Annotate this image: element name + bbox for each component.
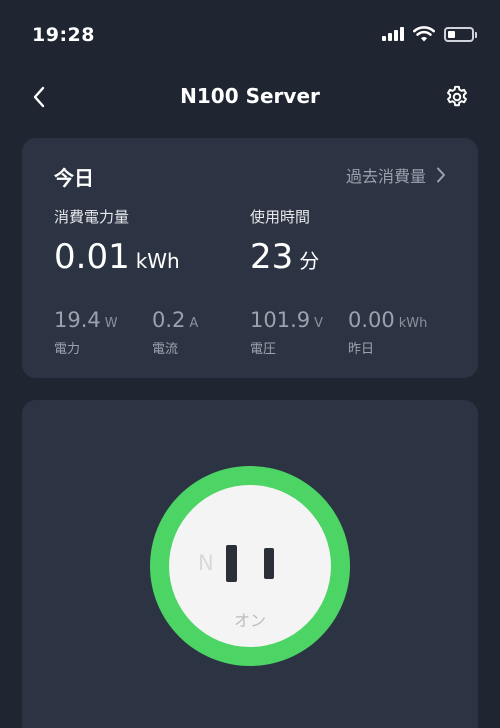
gear-icon (447, 85, 467, 107)
battery-level (448, 30, 455, 38)
settings-button[interactable] (442, 82, 472, 112)
nav-bar: N100 Server (0, 70, 500, 126)
today-title: 今日 (54, 166, 94, 190)
power-toggle-button[interactable]: N オン (150, 466, 350, 666)
outlet-icon: N オン (169, 485, 331, 647)
current-label: 電流 (152, 342, 179, 357)
page-title: N100 Server (180, 84, 320, 108)
yesterday-label: 昨日 (348, 342, 375, 357)
energy-unit: kWh (135, 249, 180, 273)
outlet-letter: N (198, 551, 214, 575)
outlet-slot-left (226, 545, 237, 582)
current-unit: A (189, 316, 199, 331)
yesterday-unit: kWh (398, 316, 428, 331)
outlet-slot-right (264, 548, 274, 579)
wifi-icon (413, 26, 435, 42)
usage-time-label: 使用時間 (250, 208, 311, 226)
battery-icon (444, 26, 477, 42)
yesterday-stat: 0.00 kWh 昨日 (348, 308, 427, 357)
chevron-right-icon (437, 167, 445, 183)
switch-state-label: オン (233, 611, 266, 630)
screen: 19:28 N100 Server 今日 過去消費量 消費電力量 0.01 kW… (0, 0, 500, 728)
power-stat: 19.4 W 電力 (54, 308, 118, 357)
current-stat: 0.2 A 電流 (152, 308, 198, 357)
usage-time-stat: 使用時間 23 分 (250, 206, 319, 277)
usage-time-unit: 分 (299, 249, 320, 273)
yesterday-value: 0.00 (348, 308, 395, 332)
power-label: 電力 (54, 342, 81, 357)
power-value: 19.4 (54, 308, 101, 332)
energy-value: 0.01 (54, 237, 130, 277)
switch-card: N オン (22, 400, 478, 728)
power-unit: W (104, 316, 118, 331)
status-icons (382, 26, 477, 42)
current-value: 0.2 (152, 308, 186, 332)
status-time: 19:28 (32, 24, 95, 46)
energy-label: 消費電力量 (54, 208, 130, 226)
energy-stat: 消費電力量 0.01 kWh (54, 206, 180, 277)
voltage-stat: 101.9 V 電圧 (250, 308, 323, 357)
history-link[interactable]: 過去消費量 (346, 163, 446, 187)
history-link-label: 過去消費量 (345, 167, 426, 186)
voltage-value: 101.9 (250, 308, 311, 332)
voltage-label: 電圧 (250, 342, 277, 357)
cellular-signal-icon (382, 27, 404, 41)
usage-time-value: 23 (250, 237, 294, 277)
today-card: 今日 過去消費量 消費電力量 0.01 kWh 使用時間 23 分 19.4 W 電力… (22, 138, 478, 378)
status-bar: 19:28 (0, 0, 500, 70)
voltage-unit: V (314, 316, 324, 331)
